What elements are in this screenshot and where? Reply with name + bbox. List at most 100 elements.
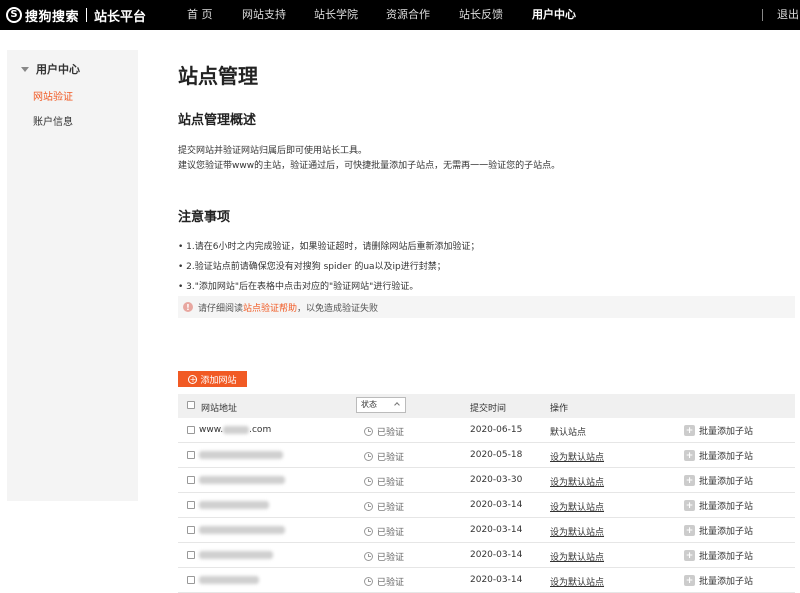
status-text: 已验证: [377, 478, 405, 488]
row-checkbox[interactable]: [187, 501, 195, 509]
table-row: 已验证 2020-05-18 设为默认站点 + 批量添加子站: [178, 443, 795, 468]
page-title: 站点管理: [178, 64, 258, 88]
add-site-label: 添加网站: [200, 375, 237, 386]
status-text: 已验证: [377, 428, 405, 438]
batch-add-label: 批量添加子站: [699, 552, 754, 562]
status-cell: 已验证: [364, 450, 404, 463]
sidebar-item-account-info[interactable]: 账户信息: [33, 113, 73, 128]
site-url[interactable]: [199, 500, 269, 510]
submit-date: 2020-05-18: [470, 450, 523, 460]
site-url[interactable]: [199, 575, 259, 585]
site-url[interactable]: [199, 450, 283, 460]
row-checkbox[interactable]: [187, 576, 195, 584]
row-checkbox[interactable]: [187, 451, 195, 459]
sogou-logo[interactable]: S 搜狗搜索 站长平台: [6, 5, 146, 25]
nav-feedback[interactable]: 站长反馈: [459, 0, 503, 30]
nav-resource-cooperation[interactable]: 资源合作: [386, 0, 430, 30]
row-checkbox[interactable]: [187, 551, 195, 559]
logout-link[interactable]: 退出: [777, 0, 799, 30]
submit-date: 2020-03-30: [470, 475, 523, 485]
logo-divider: [86, 8, 88, 22]
note-item-1: • 1.请在6小时之内完成验证，如果验证超时，请删除网站后重新添加验证；: [178, 242, 480, 252]
status-cell: 已验证: [364, 425, 404, 438]
sidebar: 用户中心 网站验证 账户信息: [7, 50, 138, 501]
set-default-site-link[interactable]: 设为默认站点: [550, 575, 604, 588]
batch-add-subsite-button[interactable]: + 批量添加子站: [684, 499, 753, 512]
nav-divider: [762, 9, 763, 21]
status-filter-select[interactable]: 状态: [356, 397, 406, 413]
status-filter-label: 状态: [361, 400, 377, 409]
plus-icon: +: [684, 550, 695, 561]
verify-help-link[interactable]: 站点验证帮助: [243, 301, 297, 314]
site-url[interactable]: [199, 475, 285, 485]
status-cell: 已验证: [364, 525, 404, 538]
set-default-site-link[interactable]: 设为默认站点: [550, 475, 604, 488]
default-site-label: 默认站点: [550, 428, 587, 438]
submit-date: 2020-03-14: [470, 525, 523, 535]
batch-add-subsite-button[interactable]: + 批量添加子站: [684, 449, 753, 462]
brand-name: 搜狗搜索: [25, 9, 80, 25]
redacted-text: [199, 575, 259, 584]
overview-line-1: 提交网站并验证网站归属后即可使用站长工具。: [178, 146, 368, 156]
site-url[interactable]: [199, 525, 285, 535]
note-item-3: • 3."添加网站"后在表格中点击对应的"验证网站"进行验证。: [178, 282, 419, 292]
set-default-site-link[interactable]: 设为默认站点: [550, 550, 604, 563]
plus-icon: +: [684, 450, 695, 461]
clock-icon: [364, 527, 373, 536]
table-row: 已验证 2020-03-14 设为默认站点 + 批量添加子站: [178, 568, 795, 593]
status-text: 已验证: [377, 578, 405, 588]
set-default-site-link[interactable]: 设为默认站点: [550, 450, 604, 463]
site-url[interactable]: www. .com: [199, 425, 271, 435]
batch-add-label: 批量添加子站: [699, 427, 754, 437]
nav-webmaster-academy[interactable]: 站长学院: [314, 0, 358, 30]
batch-add-subsite-button[interactable]: + 批量添加子站: [684, 524, 753, 537]
notes-title: 注意事项: [178, 210, 231, 225]
nav-site-support[interactable]: 网站支持: [242, 0, 286, 30]
site-url[interactable]: [199, 550, 273, 560]
submit-date: 2020-06-15: [470, 425, 523, 435]
batch-add-label: 批量添加子站: [699, 452, 754, 462]
status-cell: 已验证: [364, 550, 404, 563]
sites-table-header: 网站地址 状态 提交时间 操作: [178, 394, 795, 418]
sidebar-heading-label: 用户中心: [36, 63, 80, 76]
clock-icon: [364, 502, 373, 511]
nav-user-center[interactable]: 用户中心: [532, 0, 576, 30]
table-row: 已验证 2020-03-30 设为默认站点 + 批量添加子站: [178, 468, 795, 493]
status-text: 已验证: [377, 453, 405, 463]
clock-icon: [364, 552, 373, 561]
sidebar-heading[interactable]: 用户中心: [21, 61, 80, 77]
overview-title: 站点管理概述: [178, 113, 257, 128]
set-default-site-link[interactable]: 设为默认站点: [550, 500, 604, 513]
row-checkbox[interactable]: [187, 526, 195, 534]
set-default-site-link[interactable]: 设为默认站点: [550, 525, 604, 538]
redacted-text: [199, 500, 269, 509]
status-cell: 已验证: [364, 500, 404, 513]
status-text: 已验证: [377, 528, 405, 538]
batch-add-subsite-button[interactable]: + 批量添加子站: [684, 549, 753, 562]
nav-home[interactable]: 首 页: [187, 0, 213, 30]
submit-date: 2020-03-14: [470, 500, 523, 510]
sogou-logo-icon: S: [6, 7, 22, 23]
batch-add-label: 批量添加子站: [699, 477, 754, 487]
plus-icon: +: [684, 575, 695, 586]
plus-icon: +: [684, 425, 695, 436]
add-site-button[interactable]: + 添加网站: [178, 371, 247, 387]
batch-add-subsite-button[interactable]: + 批量添加子站: [684, 574, 753, 587]
plus-circle-icon: +: [188, 374, 198, 384]
table-row: 已验证 2020-03-14 设为默认站点 + 批量添加子站: [178, 518, 795, 543]
batch-add-subsite-button[interactable]: + 批量添加子站: [684, 424, 753, 437]
redacted-text: [199, 550, 273, 559]
row-checkbox[interactable]: [187, 476, 195, 484]
batch-add-subsite-button[interactable]: + 批量添加子站: [684, 474, 753, 487]
status-text: 已验证: [377, 553, 405, 563]
table-row: 已验证 2020-03-14 设为默认站点 + 批量添加子站: [178, 543, 795, 568]
col-submit-time: 提交时间: [470, 404, 507, 414]
sidebar-item-site-verify[interactable]: 网站验证: [33, 88, 73, 103]
verify-tip-banner: ! 请仔细阅读 站点验证帮助 ，以免造成验证失败: [178, 296, 795, 318]
select-all-checkbox[interactable]: [187, 401, 195, 409]
tip-prefix: 请仔细阅读: [198, 303, 244, 314]
clock-icon: [364, 452, 373, 461]
row-checkbox[interactable]: [187, 426, 195, 434]
site-url-prefix: www.: [199, 425, 224, 435]
chevron-up-icon: [394, 402, 400, 408]
